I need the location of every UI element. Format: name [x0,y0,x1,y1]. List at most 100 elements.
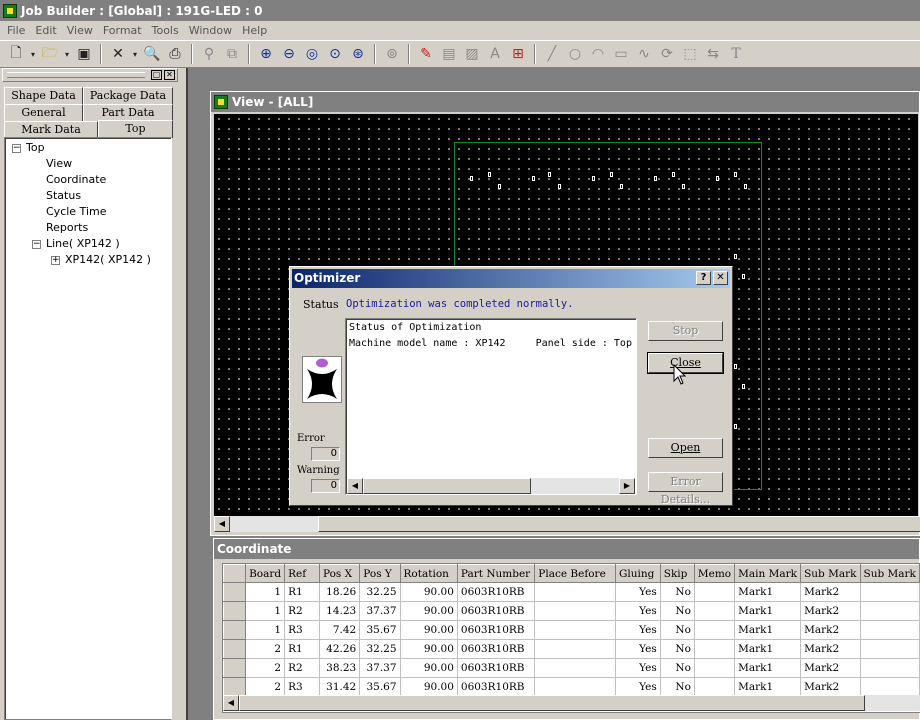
scroll-thumb[interactable] [318,516,920,532]
print-preview-icon[interactable]: 🔍 [142,44,162,64]
table-cell[interactable]: R3 [284,620,320,640]
zoom-all-icon[interactable]: ⊛ [348,44,368,64]
row-header[interactable] [223,601,247,621]
table-cell[interactable]: No [660,582,695,602]
tree-node-coordinate[interactable]: Coordinate [46,173,106,186]
table-cell[interactable]: 0603R10RB [457,601,536,621]
save-icon[interactable]: ▣ [74,44,94,64]
find-icon[interactable]: ⚲ [199,44,219,64]
shape-tool-icon[interactable]: ⬚ [680,44,700,64]
table-cell[interactable]: Yes [615,620,661,640]
table-cell[interactable]: 90.00 [400,658,458,678]
table-cell[interactable]: 1 [245,620,286,640]
table-cell[interactable]: Mark1 [734,582,802,602]
zoom-area-icon[interactable]: ⊙ [325,44,345,64]
table-cell[interactable]: Mark2 [800,582,861,602]
menu-view[interactable]: View [62,24,98,37]
table-cell[interactable]: Mark1 [734,677,802,697]
column-header[interactable]: Rotation [399,564,458,583]
tree-node-machine[interactable]: XP142( XP142 ) [65,253,151,266]
table-cell[interactable]: 0603R10RB [457,582,536,602]
menu-tools[interactable]: Tools [147,24,184,37]
table-cell[interactable]: Yes [615,677,661,697]
image-icon[interactable]: ▨ [462,44,482,64]
table-cell[interactable]: 37.37 [359,658,401,678]
table-cell[interactable]: 37.37 [359,601,401,621]
table-cell[interactable]: Mark2 [800,620,861,640]
row-header[interactable] [223,582,247,602]
table-cell[interactable]: No [660,658,695,678]
table-cell[interactable]: 90.00 [400,620,458,640]
tree-expand-icon[interactable]: + [51,256,60,265]
table-cell[interactable]: 1 [245,582,286,602]
optimization-log[interactable]: Status of Optimization Machine model nam… [345,318,637,495]
table-row[interactable]: 1 R3 7.42 35.67 90.00 0603R10RB Yes No Mark1 Mark… [223,620,920,640]
tab-part-data[interactable]: Part Data [83,104,173,121]
view-horizontal-scrollbar[interactable]: ◀ [214,516,920,532]
table-row[interactable]: 2 R2 38.23 37.37 90.00 0603R10RB Yes No Mark1 Mar… [223,658,920,678]
menu-format[interactable]: Format [98,24,147,37]
table-cell[interactable]: R1 [284,582,320,602]
table-cell[interactable]: 0603R10RB [457,677,536,697]
copy-icon[interactable]: ⧉ [222,44,242,64]
table-row[interactable]: 2 R1 42.26 32.25 90.00 0603R10RB Yes No Mark1 Mar… [223,639,920,659]
column-header[interactable]: Main Mark [734,564,802,583]
table-cell[interactable] [534,601,617,621]
table-cell[interactable]: No [660,639,695,659]
table-row[interactable]: 1 R2 14.23 37.37 90.00 0603R10RB Yes No Mark1 Mar… [223,601,920,621]
tree-collapse-icon[interactable]: − [12,144,21,153]
menu-window[interactable]: Window [184,24,237,37]
scroll-right-icon[interactable]: ▶ [619,478,635,494]
table-cell[interactable]: 1 [245,601,286,621]
table-cell[interactable]: 2 [245,677,286,697]
scroll-left-icon[interactable]: ◀ [214,516,230,532]
column-header[interactable]: Ref [284,564,320,583]
menu-help[interactable]: Help [237,24,272,37]
panel-close-icon[interactable]: ✕ [164,70,175,80]
table-cell[interactable]: No [660,601,695,621]
close-icon[interactable]: ✕ [713,271,728,285]
table-cell[interactable]: No [660,620,695,640]
table-cell[interactable]: 0603R10RB [457,620,536,640]
table-cell[interactable]: 38.23 [319,658,361,678]
column-header[interactable]: Part Number [456,564,536,583]
scroll-thumb[interactable] [363,478,531,494]
table-cell[interactable] [694,620,736,640]
flip-tool-icon[interactable]: ⇆ [703,44,723,64]
table-cell[interactable] [860,658,920,678]
table-cell[interactable] [534,677,617,697]
table-cell[interactable]: 14.23 [319,601,361,621]
tree-node-status[interactable]: Status [46,189,81,202]
row-header[interactable] [223,658,247,678]
tree-node-line[interactable]: Line( XP142 ) [46,237,120,250]
table-cell[interactable]: Yes [615,639,661,659]
grid-icon[interactable]: ▤ [439,44,459,64]
column-header[interactable]: Skip [659,564,695,583]
table-cell[interactable] [534,658,617,678]
tab-general[interactable]: General [4,104,83,121]
curve-tool-icon[interactable]: ∿ [634,44,654,64]
table-cell[interactable]: 90.00 [400,677,458,697]
grid-horizontal-scrollbar[interactable]: ◀ [223,695,920,711]
log-horizontal-scrollbar[interactable]: ◀ ▶ [347,478,635,494]
column-header[interactable]: Pos X [318,564,361,583]
new-icon[interactable]: 🗋 [6,44,26,64]
table-cell[interactable]: Yes [615,658,661,678]
table-cell[interactable]: 90.00 [400,639,458,659]
table-cell[interactable] [694,582,736,602]
column-header[interactable]: Pos Y [359,564,401,583]
tab-package-data[interactable]: Package Data [83,87,173,104]
column-header[interactable]: Board [245,564,286,583]
tree-node-view[interactable]: View [46,157,72,170]
table-cell[interactable]: Mark2 [800,658,861,678]
stop-button[interactable]: Stop [648,321,723,341]
column-header[interactable]: Memo [693,564,736,583]
new-dropdown-icon[interactable]: ▾ [29,44,37,64]
line-tool-icon[interactable]: ╱ [542,44,562,64]
table-cell[interactable] [694,677,736,697]
zoom-fit-icon[interactable]: ◎ [302,44,322,64]
tab-top[interactable]: Top [98,120,173,138]
zoom-out-icon[interactable]: ⊖ [279,44,299,64]
table-cell[interactable] [694,601,736,621]
table-cell[interactable]: Mark2 [800,677,861,697]
